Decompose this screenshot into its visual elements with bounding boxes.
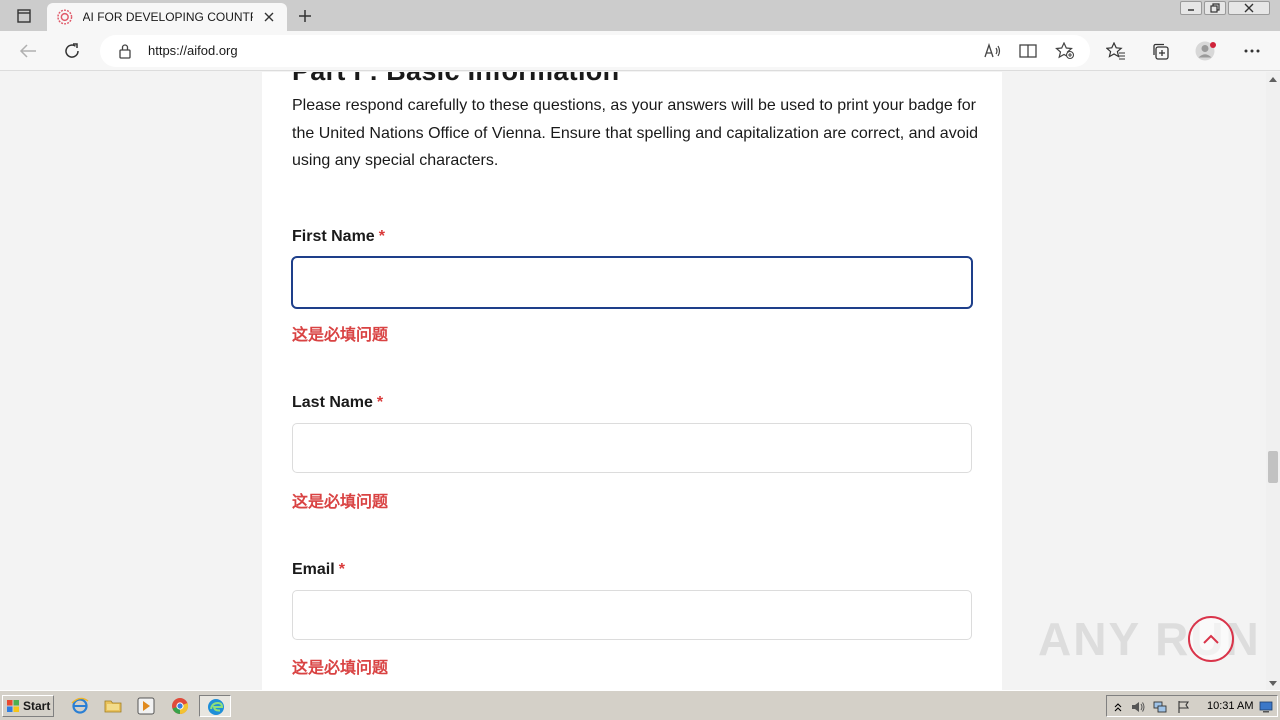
start-label: Start — [23, 699, 51, 713]
favorites-button[interactable] — [1104, 39, 1128, 63]
restore-icon — [1210, 3, 1220, 13]
avatar-icon — [1195, 41, 1216, 61]
last-name-label: Last Name * — [292, 394, 383, 412]
address-bar[interactable]: https://aifod.org — [100, 35, 1090, 67]
browser-toolbar: https://aifod.org — [0, 31, 1280, 71]
more-horizontal-icon — [1244, 49, 1260, 53]
first-name-label-text: First Name — [292, 228, 375, 245]
minimize-button[interactable] — [1180, 1, 1202, 15]
close-icon — [264, 12, 274, 22]
taskbar-chrome-button[interactable] — [171, 697, 189, 715]
profile-button[interactable] — [1194, 39, 1218, 63]
caret-down-icon — [1269, 680, 1277, 686]
form-card: Part I : Basic Information Please respon… — [262, 72, 1002, 690]
show-desktop-button[interactable] — [1259, 700, 1273, 714]
restore-button[interactable] — [1204, 1, 1226, 15]
scrollbar-thumb[interactable] — [1268, 451, 1278, 483]
system-tray: 10:31 AM — [1106, 695, 1278, 717]
taskbar-explorer-button[interactable] — [104, 697, 122, 715]
star-add-icon — [1055, 42, 1075, 60]
site-favicon-icon — [57, 9, 73, 25]
back-button[interactable] — [16, 39, 40, 63]
collections-icon — [1153, 43, 1169, 60]
window-controls — [1180, 1, 1270, 15]
media-player-icon — [137, 697, 155, 715]
desktop-icon — [1259, 701, 1273, 713]
email-error: 这是必填问题 — [292, 660, 389, 677]
settings-more-button[interactable] — [1240, 39, 1264, 63]
scroll-to-top-button[interactable] — [1188, 616, 1234, 662]
first-name-input[interactable] — [291, 256, 973, 309]
scroll-up-arrow[interactable] — [1266, 72, 1280, 86]
page-scrollbar[interactable] — [1266, 72, 1280, 690]
folder-icon — [104, 700, 122, 713]
required-marker: * — [378, 228, 385, 245]
collections-button[interactable] — [1148, 39, 1172, 63]
arrow-left-icon — [19, 44, 36, 58]
immersive-reader-icon — [1019, 44, 1037, 58]
internet-explorer-icon — [71, 697, 89, 714]
caret-up-icon — [1269, 76, 1277, 82]
add-favorite-button[interactable] — [1055, 42, 1075, 60]
scroll-down-arrow[interactable] — [1266, 676, 1280, 690]
last-name-input[interactable] — [292, 423, 972, 473]
lock-icon — [119, 44, 131, 59]
refresh-icon — [65, 43, 79, 58]
close-icon — [1244, 3, 1254, 13]
required-marker: * — [376, 394, 384, 411]
url-text: https://aifod.org — [148, 43, 238, 58]
tab-actions-icon — [17, 9, 31, 23]
edge-icon — [208, 699, 224, 715]
page-viewport: Part I : Basic Information Please respon… — [0, 72, 1266, 690]
read-aloud-button[interactable] — [983, 42, 1003, 60]
minimize-icon — [1188, 9, 1194, 11]
close-window-button[interactable] — [1228, 1, 1270, 15]
taskbar-edge-button[interactable] — [199, 695, 231, 717]
email-label-text: Email — [292, 561, 335, 578]
tray-flag-button[interactable] — [1177, 700, 1191, 714]
chevron-up-icon — [1203, 634, 1219, 644]
refresh-button[interactable] — [60, 39, 84, 63]
first-name-error: 这是必填问题 — [292, 327, 389, 344]
tab-close-button[interactable] — [261, 9, 277, 25]
taskbar: Start 10:31 AM — [0, 690, 1280, 720]
network-icon — [1153, 701, 1167, 713]
taskbar-ie-button[interactable] — [71, 697, 89, 715]
taskbar-media-button[interactable] — [137, 697, 155, 715]
immersive-reader-button[interactable] — [1018, 42, 1038, 60]
read-aloud-icon — [984, 43, 1001, 58]
tray-volume-button[interactable] — [1131, 700, 1145, 714]
last-name-error: 这是必填问题 — [292, 494, 389, 511]
email-label: Email * — [292, 561, 345, 579]
chrome-icon — [172, 698, 189, 715]
favorites-icon — [1106, 42, 1125, 60]
windows-flag-icon — [7, 700, 19, 712]
chevron-up-icon — [1114, 703, 1122, 712]
action-center-flag-icon — [1178, 701, 1190, 713]
tray-network-button[interactable] — [1153, 700, 1167, 714]
new-tab-button[interactable] — [293, 5, 317, 27]
tab-strip: AI FOR DEVELOPING COUNTRIES — [0, 0, 1280, 31]
tray-expand-button[interactable] — [1111, 700, 1125, 714]
email-input[interactable] — [292, 590, 972, 640]
form-intro-text: Please respond carefully to these questi… — [292, 97, 979, 169]
tab-title: AI FOR DEVELOPING COUNTRIES — [82, 10, 254, 24]
required-marker: * — [338, 561, 345, 578]
plus-icon — [299, 10, 311, 22]
section-title: Part I : Basic Information — [292, 72, 619, 87]
start-button[interactable]: Start — [2, 695, 54, 717]
last-name-label-text: Last Name — [292, 394, 373, 411]
first-name-label: First Name * — [292, 228, 385, 246]
browser-tab[interactable]: AI FOR DEVELOPING COUNTRIES — [47, 3, 287, 31]
speaker-icon — [1132, 702, 1145, 712]
tab-actions-button[interactable] — [10, 6, 38, 26]
taskbar-clock[interactable]: 10:31 AM — [1207, 700, 1253, 712]
